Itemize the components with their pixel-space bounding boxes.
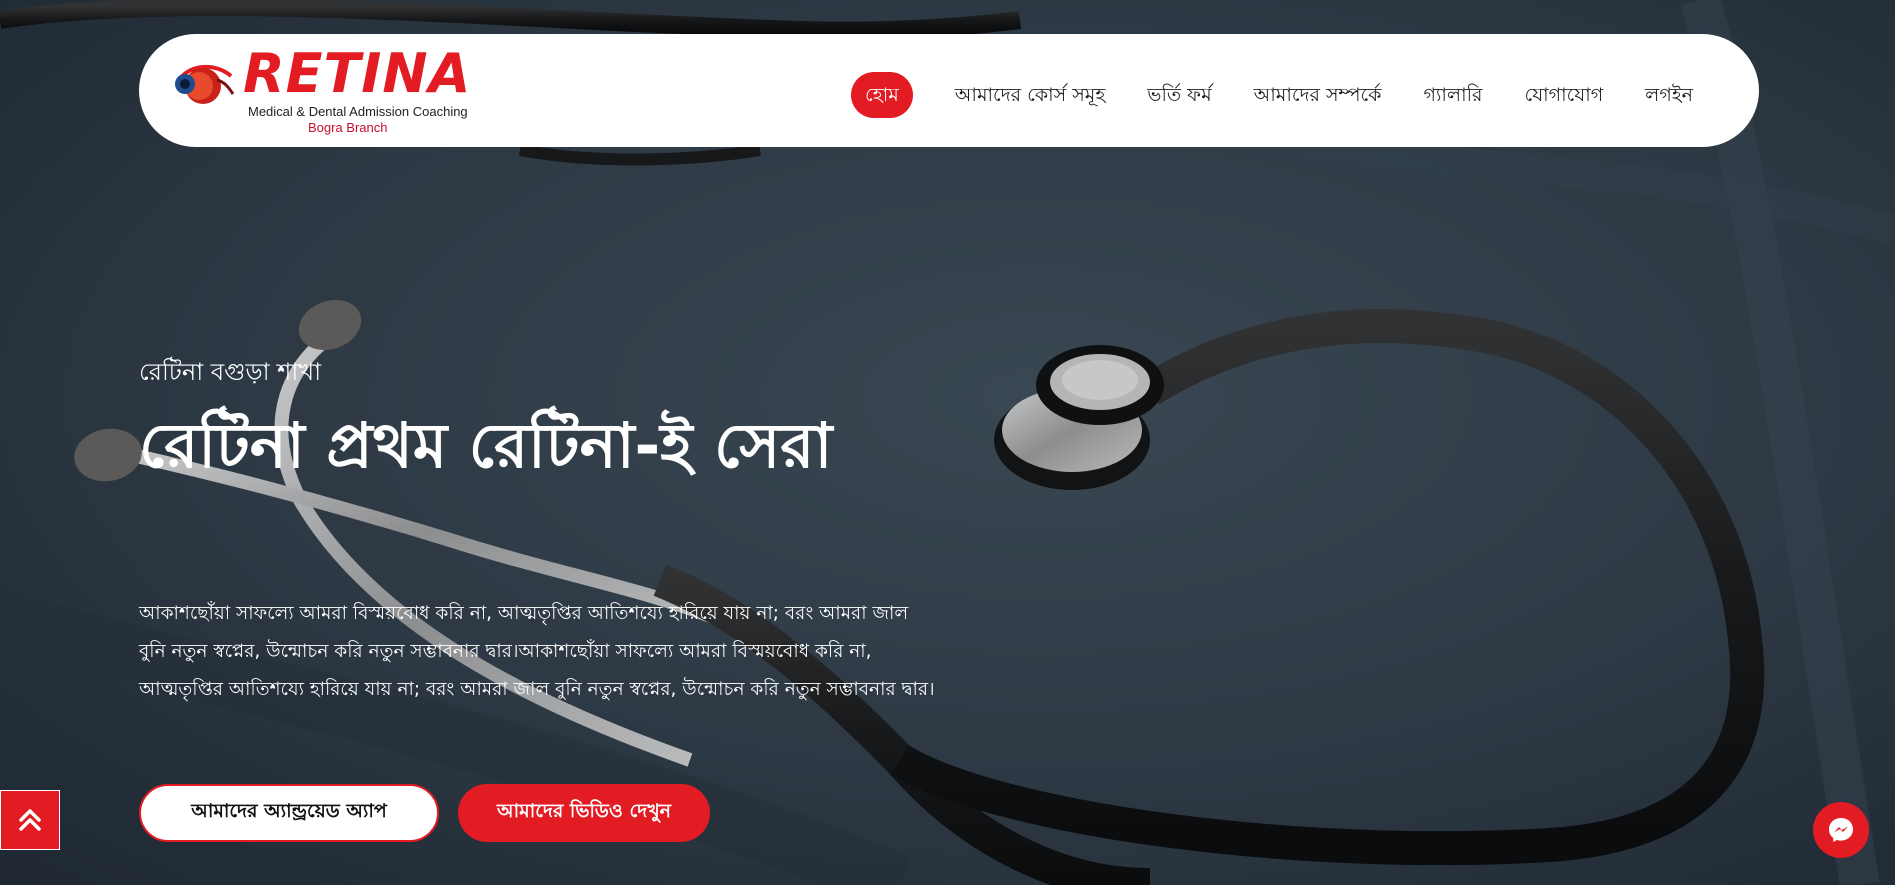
brand-logo[interactable]: RETINA Medical & Dental Admission Coachi… bbox=[173, 44, 470, 136]
watch-video-button[interactable]: আমাদের ভিডিও দেখুন bbox=[458, 784, 710, 842]
brand-name: RETINA bbox=[243, 42, 472, 105]
scroll-to-top-button[interactable] bbox=[0, 790, 60, 850]
messenger-icon bbox=[1829, 818, 1853, 842]
double-chevron-up-icon bbox=[19, 809, 41, 831]
nav-item-about[interactable]: আমাদের সম্পর্কে bbox=[1254, 72, 1382, 118]
nav-item-courses[interactable]: আমাদের কোর্স সমূহ bbox=[955, 72, 1106, 118]
hero-description: আকাশছোঁয়া সাফল্যে আমরা বিস্ময়বোধ করি ন… bbox=[139, 603, 935, 700]
nav-item-admission-form[interactable]: ভর্তি ফর্ম bbox=[1147, 72, 1211, 118]
nav-item-gallery[interactable]: গ্যালারি bbox=[1423, 72, 1482, 118]
brand-tagline: Medical & Dental Admission Coaching bbox=[248, 104, 468, 119]
main-nav: হোম আমাদের কোর্স সমূহ ভর্তি ফর্ম আমাদের … bbox=[851, 72, 1693, 118]
messenger-chat-button[interactable] bbox=[1813, 802, 1869, 858]
hero-eyebrow: রেটিনা বগুড়া শাখা bbox=[139, 358, 322, 386]
nav-item-home[interactable]: হোম bbox=[851, 72, 913, 118]
site-header: RETINA Medical & Dental Admission Coachi… bbox=[139, 34, 1759, 147]
brand-branch: Bogra Branch bbox=[308, 120, 388, 135]
nav-item-login[interactable]: লগইন bbox=[1645, 72, 1693, 118]
eye-logo-icon bbox=[175, 64, 235, 104]
hero-headline: রেটিনা প্রথম রেটিনা-ই সেরা bbox=[139, 409, 833, 482]
android-app-button[interactable]: আমাদের অ্যান্ড্রয়েড অ্যাপ bbox=[139, 784, 439, 842]
nav-item-contact[interactable]: যোগাযোগ bbox=[1524, 72, 1603, 118]
